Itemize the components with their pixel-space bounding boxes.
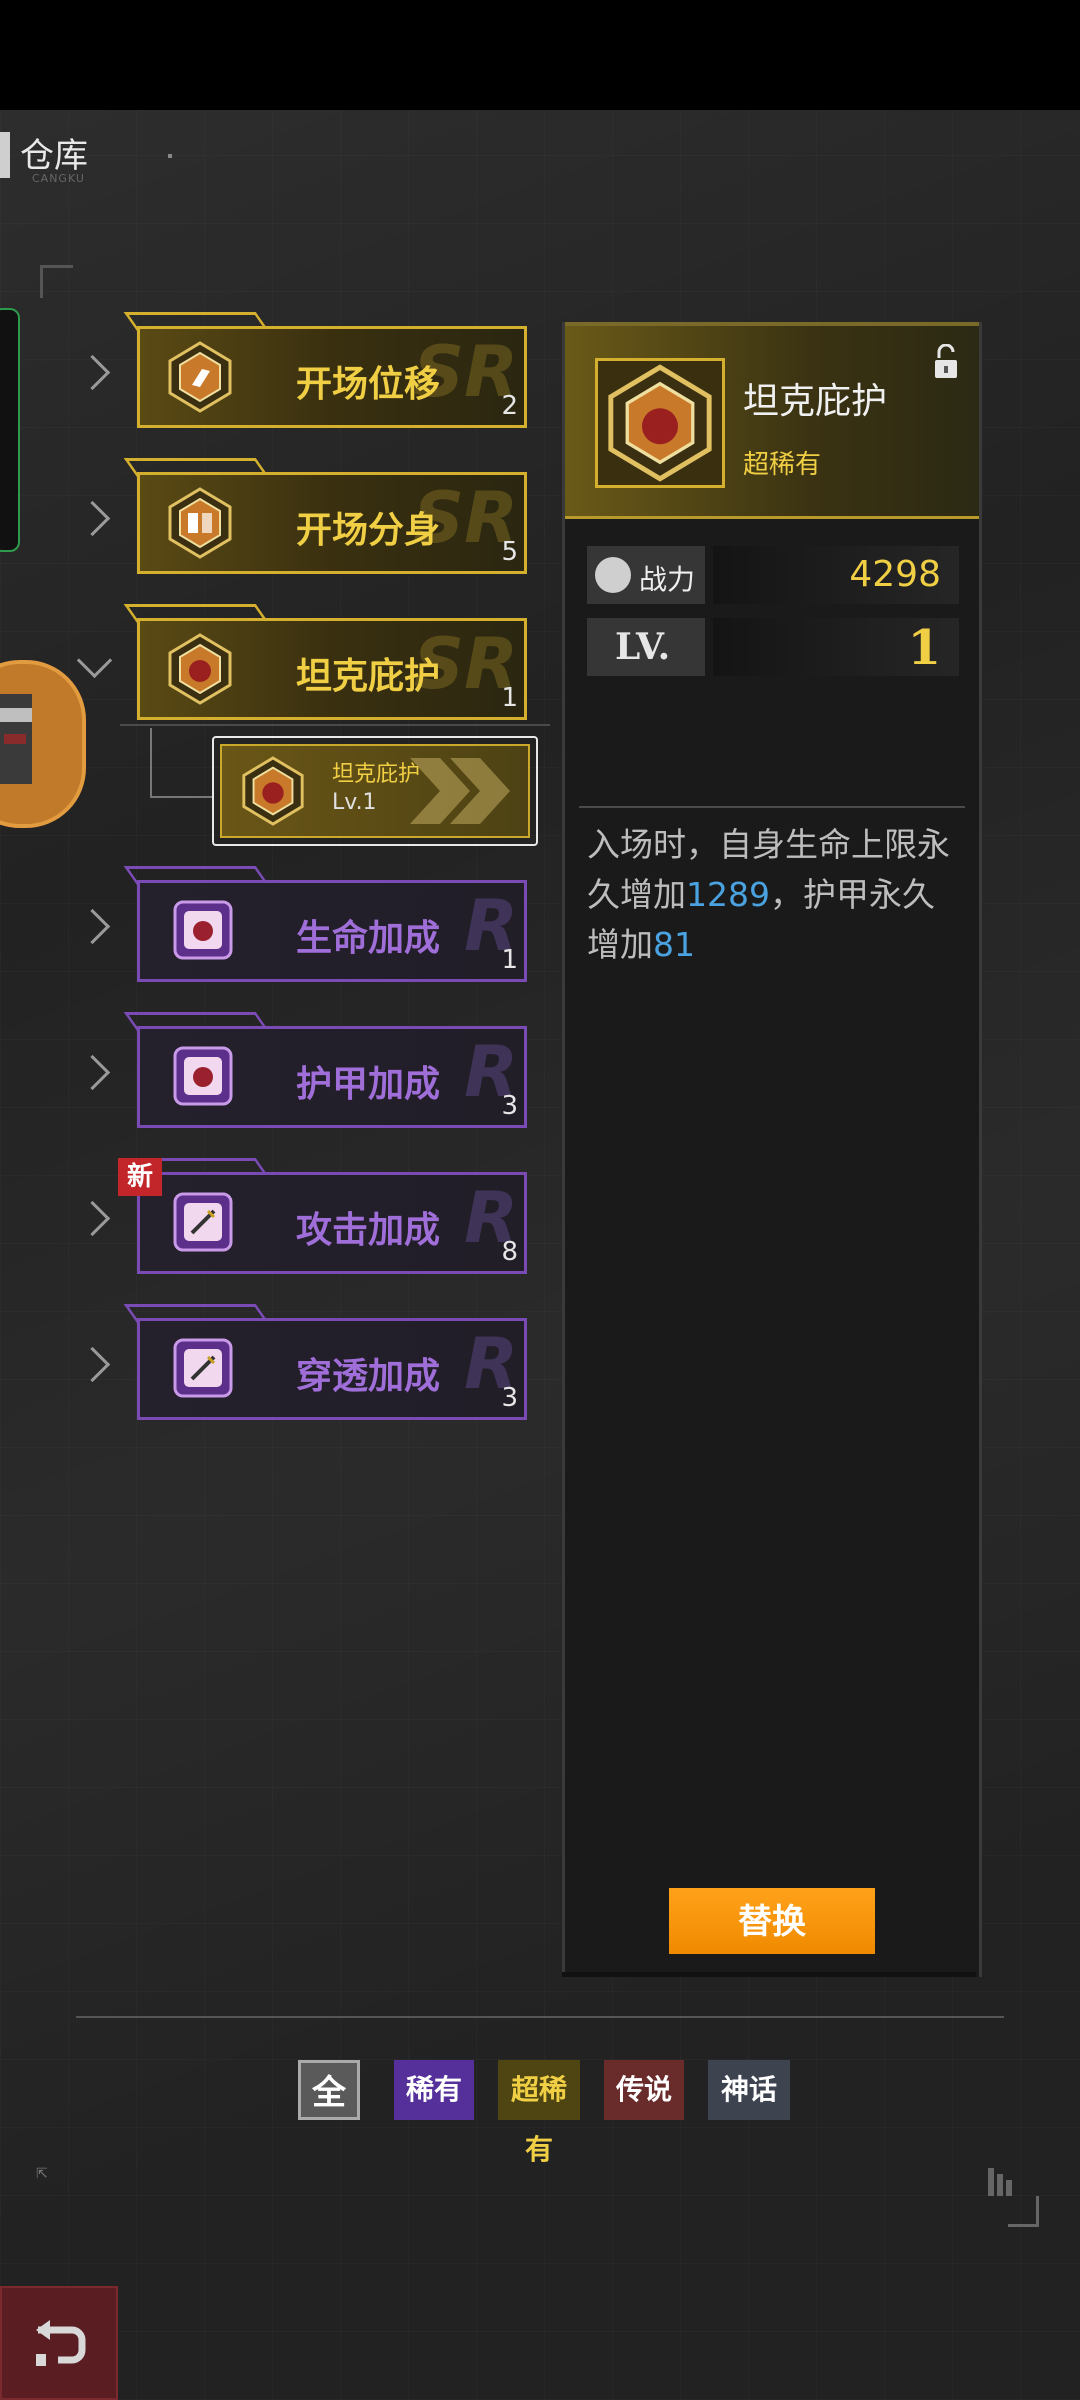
- power-row: 战力 4298: [587, 546, 959, 604]
- skill-description: 入场时，自身生命上限永久增加1289，护甲永久增加81: [587, 825, 950, 964]
- corner-bracket: [1008, 2196, 1039, 2227]
- corner-bracket: [40, 265, 73, 298]
- skill-count: 3: [501, 1091, 518, 1121]
- detail-skill-icon-frame: [595, 358, 725, 488]
- skill-count: 2: [501, 391, 518, 421]
- skill-name: 护甲加成: [296, 1064, 441, 1105]
- sword-icon: [173, 1192, 233, 1252]
- level-label: LV.: [615, 626, 671, 668]
- skill-item[interactable]: R 护甲加成 3: [123, 1012, 527, 1128]
- armor-heart-icon: [173, 1046, 233, 1106]
- skill-name: 生命加成: [296, 918, 441, 959]
- heart-shield-icon: [608, 364, 712, 482]
- detail-rarity: 超稀有: [743, 450, 822, 480]
- desc-highlight: 81: [653, 925, 695, 964]
- skill-name: 坦克庇护: [296, 656, 441, 697]
- skill-count: 3: [501, 1383, 518, 1413]
- divider: [120, 724, 550, 726]
- skill-count: 1: [501, 683, 518, 713]
- filter-legend-button[interactable]: 传说: [604, 2060, 684, 2120]
- power-label: 战力: [639, 563, 696, 596]
- clone-skill-icon: [168, 487, 232, 559]
- title-accent: [0, 132, 10, 178]
- detail-skill-name: 坦克庇护: [743, 381, 888, 422]
- filter-rare-button[interactable]: 稀有: [394, 2060, 474, 2120]
- decor-dot: [168, 154, 172, 158]
- level-row: LV. 1: [587, 618, 959, 676]
- skill-item[interactable]: R 攻击加成 8: [123, 1158, 527, 1274]
- skill-name: 开场位移: [296, 364, 441, 405]
- power-value: 4298: [849, 554, 941, 595]
- skill-count: 5: [501, 537, 518, 567]
- back-button[interactable]: [0, 2286, 118, 2400]
- skill-name: 穿透加成: [296, 1356, 441, 1397]
- tree-connector: [150, 728, 214, 798]
- level-value: 1: [907, 620, 941, 676]
- filter-super-rare-button[interactable]: 超稀有: [498, 2060, 580, 2166]
- skill-count: 8: [501, 1237, 518, 1267]
- desc-highlight: 1289: [686, 875, 770, 914]
- skill-count: 1: [501, 945, 518, 975]
- new-badge: 新: [118, 1158, 162, 1196]
- chevrons-decor-icon: [410, 758, 510, 824]
- sub-item-level: Lv.1: [332, 790, 377, 815]
- skill-item-selected[interactable]: SR 坦克庇护 1: [123, 604, 527, 720]
- heart-shield-icon: [242, 756, 304, 826]
- heart-icon: [173, 900, 233, 960]
- fist-icon: [595, 557, 631, 593]
- detail-panel: 坦克庇护 超稀有 战力 4298 LV. 1 入场时，自身生命上限永久增加128…: [562, 322, 982, 1977]
- status-bar: [0, 0, 1080, 110]
- skill-item[interactable]: SR 开场位移 2: [123, 312, 527, 428]
- divider: [579, 806, 965, 808]
- heart-shield-icon: [168, 633, 232, 705]
- divider: [76, 2016, 1004, 2018]
- skill-item[interactable]: SR 开场分身 5: [123, 458, 527, 574]
- dash-skill-icon: [168, 341, 232, 413]
- back-arrow-icon: [36, 2320, 86, 2366]
- skill-item[interactable]: R 穿透加成 3: [123, 1304, 527, 1420]
- skill-name: 攻击加成: [296, 1210, 441, 1251]
- page-subtitle: CANGKU: [32, 172, 85, 185]
- detail-header: 坦克庇护 超稀有: [565, 322, 979, 519]
- pierce-sword-icon: [173, 1338, 233, 1398]
- bars-icon: [988, 2168, 1022, 2196]
- filter-all-button[interactable]: 全: [298, 2060, 360, 2120]
- replace-button[interactable]: 替换: [669, 1888, 875, 1954]
- character-avatar[interactable]: [0, 660, 86, 828]
- expand-icon: ⇱: [36, 2166, 48, 2182]
- filter-myth-button[interactable]: 神话: [708, 2060, 790, 2120]
- left-panel-edge[interactable]: [0, 308, 20, 552]
- page-title: 仓库: [20, 136, 88, 176]
- skill-item[interactable]: R 生命加成 1: [123, 866, 527, 982]
- unlock-icon[interactable]: [933, 344, 959, 380]
- skill-name: 开场分身: [296, 510, 441, 551]
- skill-sub-item[interactable]: 坦克庇护 Lv.1: [212, 736, 538, 846]
